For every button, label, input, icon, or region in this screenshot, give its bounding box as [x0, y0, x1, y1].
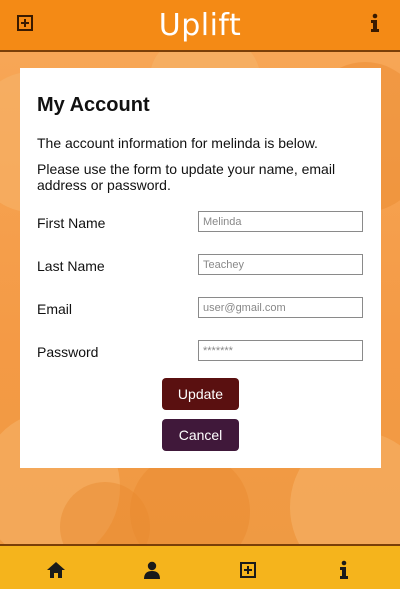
update-button[interactable]: Update: [162, 378, 239, 410]
first-name-row: First Name: [37, 211, 364, 254]
last-name-row: Last Name: [37, 254, 364, 297]
password-label: Password: [37, 344, 99, 360]
info-button[interactable]: [362, 10, 388, 36]
nav-home[interactable]: [44, 558, 68, 582]
intro-text: The account information for melinda is b…: [37, 135, 318, 151]
nav-info[interactable]: [332, 558, 356, 582]
last-name-label: Last Name: [37, 258, 105, 274]
last-name-field[interactable]: [198, 254, 363, 275]
top-bar: Uplift: [0, 0, 400, 52]
cancel-button[interactable]: Cancel: [162, 419, 239, 451]
info-icon: [371, 13, 379, 32]
user-icon: [144, 561, 160, 579]
email-field[interactable]: [198, 297, 363, 318]
first-name-field[interactable]: [198, 211, 363, 232]
info-icon: [340, 560, 348, 579]
add-button[interactable]: [12, 10, 38, 36]
app-logo: Uplift: [158, 7, 242, 43]
email-label: Email: [37, 301, 73, 317]
home-icon: [47, 562, 65, 578]
plus-square-icon: [17, 15, 33, 31]
email-row: Email: [37, 297, 364, 340]
bottom-nav: [0, 544, 400, 589]
account-card: My Account The account information for m…: [20, 68, 381, 468]
password-row: Password: [37, 340, 364, 383]
nav-add[interactable]: [236, 558, 260, 582]
instructions-text: Please use the form to update your name,…: [37, 161, 336, 193]
nav-profile[interactable]: [140, 558, 164, 582]
plus-square-icon: [240, 562, 256, 578]
password-field[interactable]: [198, 340, 363, 361]
page-title: My Account: [37, 94, 150, 116]
first-name-label: First Name: [37, 215, 106, 231]
